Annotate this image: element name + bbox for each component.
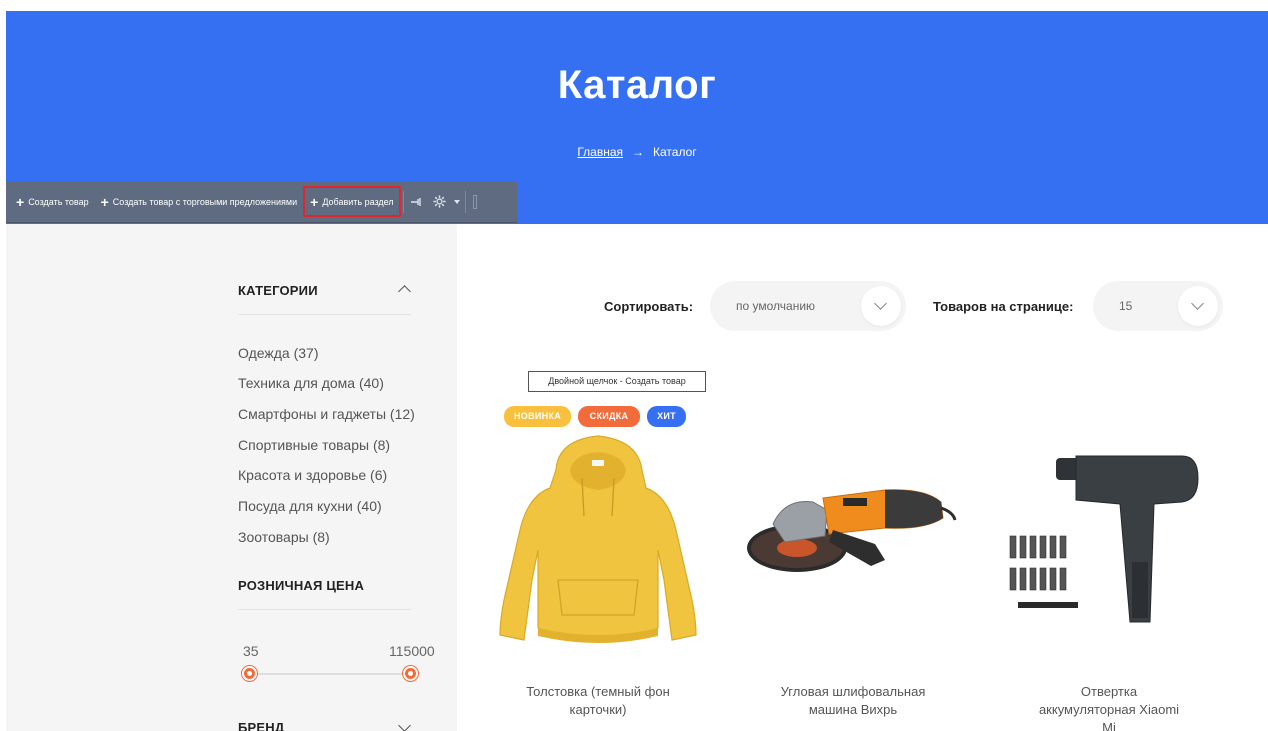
product-name-line: машина Вихрь [808, 702, 898, 717]
categories-filter-title[interactable]: КАТЕГОРИИ [238, 283, 411, 298]
product-name[interactable]: Отвертка аккумуляторная Xiaomi Mi [1009, 683, 1209, 731]
breadcrumb: Главная → Каталог [6, 145, 1268, 159]
create-product-with-offers-button[interactable]: + Создать товар с торговыми предложениям… [95, 187, 304, 217]
per-page-select-value: 15 [1119, 299, 1133, 313]
badge-new: НОВИНКА [504, 406, 571, 427]
filter-divider [238, 314, 411, 315]
sort-label: Сортировать: [604, 299, 694, 314]
sort-select[interactable]: по умолчанию [710, 281, 906, 331]
product-name-line: Угловая шлифовальная [780, 684, 926, 699]
add-section-button[interactable]: + Добавить раздел [303, 186, 401, 217]
price-max-value: 115000 [389, 643, 435, 659]
toolbar-divider [402, 190, 404, 213]
chevron-down-icon[interactable] [1178, 286, 1218, 326]
price-min-value: 35 [243, 643, 259, 659]
badge-discount: СКИДКА [578, 406, 640, 427]
breadcrumb-home-link[interactable]: Главная [577, 145, 623, 159]
category-item[interactable]: Одежда (37) [238, 345, 319, 361]
page-title: Каталог [557, 63, 717, 107]
catalog-page: Каталог Главная → Каталог + Создать товар … [0, 0, 1268, 731]
chevron-down-icon[interactable] [861, 286, 901, 326]
price-range-track[interactable] [244, 673, 411, 675]
product-name-line: Отвертка [1080, 684, 1138, 699]
badge-hit: ХИТ [647, 406, 686, 427]
price-min-handle[interactable] [242, 666, 257, 681]
dropdown-icon[interactable] [451, 187, 463, 217]
price-filter-title[interactable]: РОЗНИЧНАЯ ЦЕНА [238, 578, 411, 593]
gear-icon[interactable] [428, 187, 451, 217]
product-name-line: аккумуляторная Xiaomi [1038, 702, 1180, 717]
product-name-line: Толстовка (темный фон [526, 684, 670, 699]
breadcrumb-arrow-icon: → [632, 145, 645, 159]
category-item[interactable]: Красота и здоровье (6) [238, 467, 387, 483]
plus-icon: + [310, 193, 319, 210]
category-item[interactable]: Спортивные товары (8) [238, 437, 390, 453]
product-image-grinder[interactable] [745, 476, 957, 591]
plus-icon: + [100, 193, 109, 210]
product-name[interactable]: Угловая шлифовальная машина Вихрь [753, 683, 953, 719]
product-name-line: карточки) [569, 702, 627, 717]
category-item[interactable]: Посуда для кухни (40) [238, 498, 382, 514]
drag-handle-icon[interactable] [468, 187, 482, 217]
create-product-label: Создать товар [28, 196, 89, 207]
product-name[interactable]: Толстовка (темный фон карточки) [498, 683, 698, 719]
toolbar-divider [464, 190, 466, 213]
create-product-button[interactable]: + Создать товар [10, 187, 95, 217]
price-max-handle[interactable] [403, 666, 418, 681]
sort-select-value: по умолчанию [736, 299, 816, 313]
add-section-label: Добавить раздел [322, 196, 394, 207]
pin-icon[interactable] [406, 187, 428, 217]
product-name-line: Mi [1102, 720, 1116, 731]
filter-divider [238, 609, 411, 610]
per-page-label: Товаров на странице: [933, 299, 1074, 314]
admin-toolbar: + Создать товар + Создать товар с торгов… [6, 181, 517, 223]
brand-filter-title[interactable]: БРЕНД [238, 720, 411, 731]
category-item[interactable]: Зоотовары (8) [238, 529, 330, 545]
category-item[interactable]: Техника для дома (40) [238, 375, 384, 391]
create-product-with-offers-label: Создать товар с торговыми предложениями [112, 196, 298, 207]
product-image-hoodie[interactable] [496, 430, 701, 655]
per-page-select[interactable]: 15 [1093, 281, 1223, 331]
product-image-screwdriver[interactable] [1004, 452, 1204, 632]
tooltip: Двойной щелчок - Создать товар [528, 371, 706, 392]
plus-icon: + [16, 193, 25, 210]
breadcrumb-current: Каталог [653, 145, 697, 159]
category-item[interactable]: Смартфоны и гаджеты (12) [238, 406, 415, 422]
